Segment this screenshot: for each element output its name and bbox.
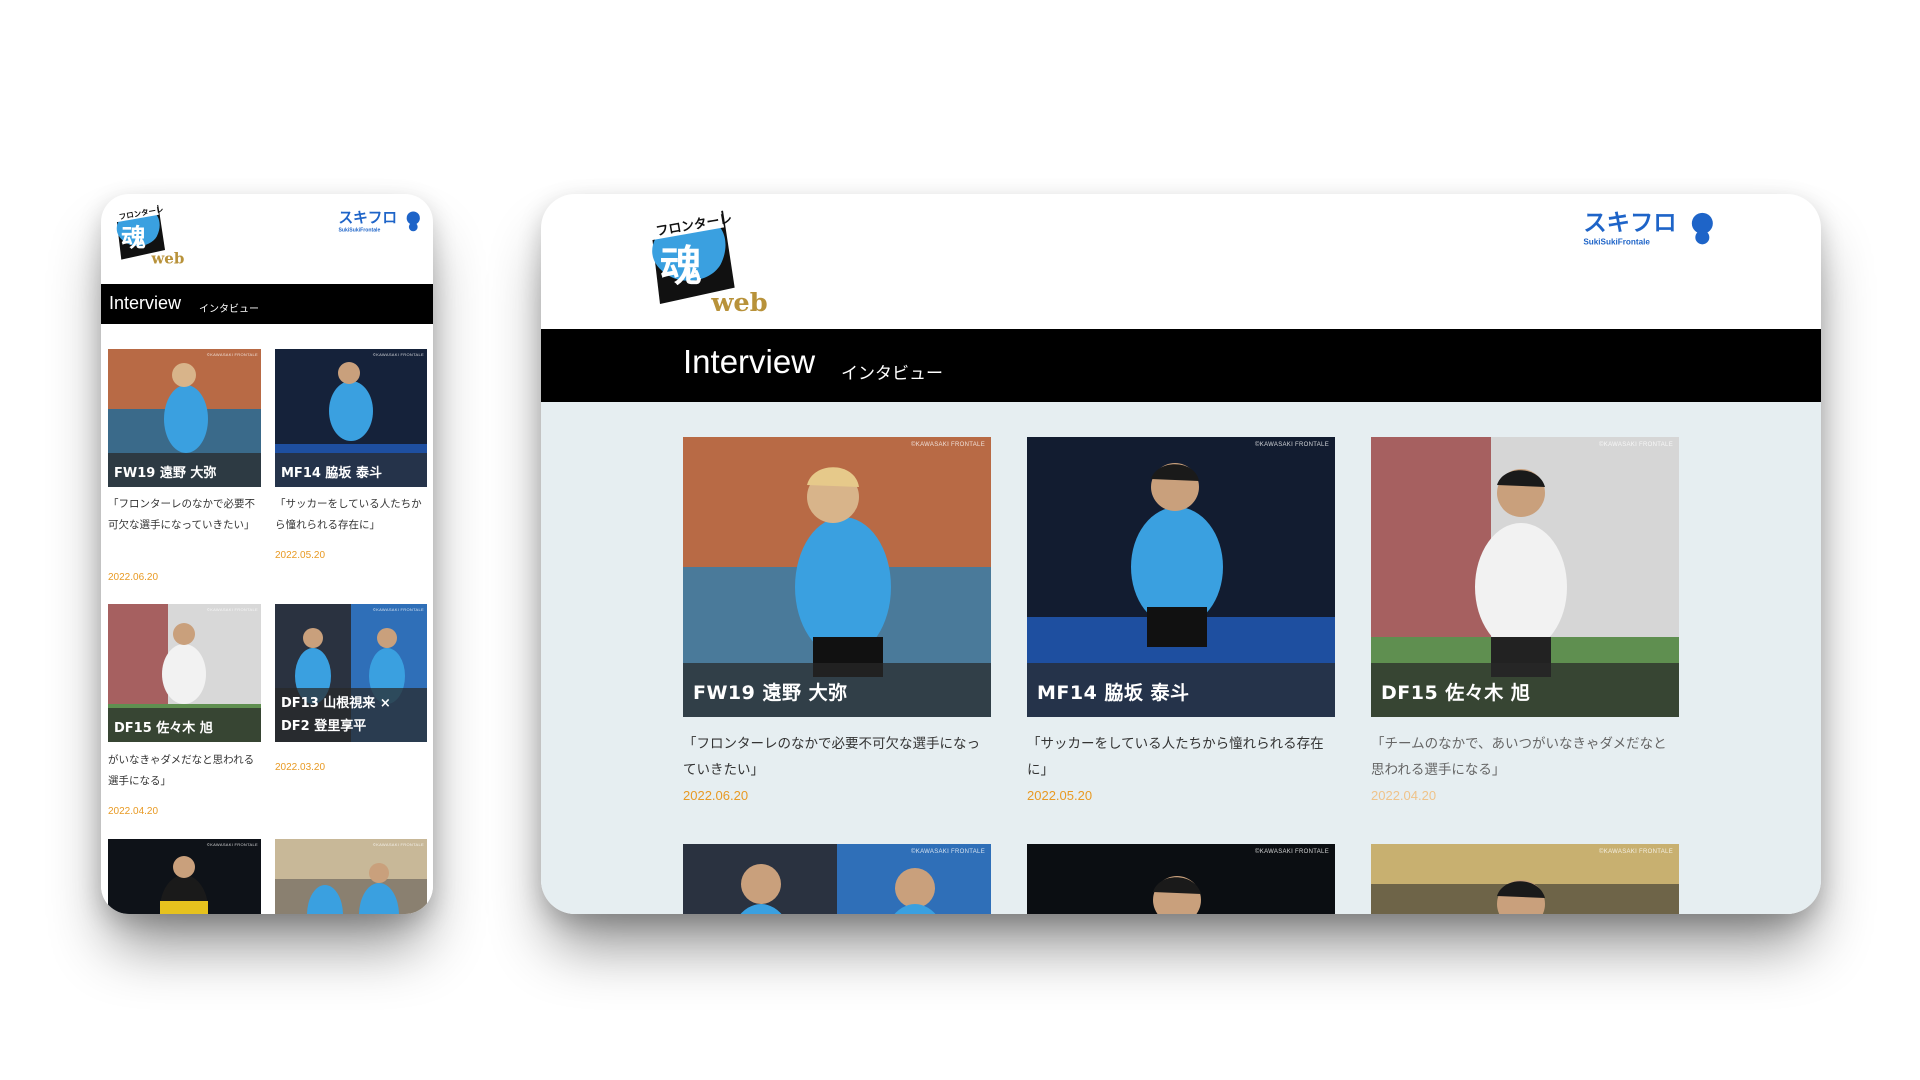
- sukifuro-logo[interactable]: スキフロ SukiSukiFrontale: [337, 206, 425, 236]
- article-card-photo[interactable]: ©KAWASAKI FRONTALE DF15 佐々木 旭: [1371, 437, 1679, 717]
- article-quote: 「フロンターレのなかで必要不可欠な選手になっていきたい」: [108, 498, 255, 531]
- article-card-photo[interactable]: ©KAWASAKI FRONTALE FW19 遠野 大弥: [683, 437, 991, 717]
- article-card-photo[interactable]: ©KAWASAKI FRONTALE MF14 脇坂 泰斗: [275, 349, 427, 487]
- frontale-tamashii-logo[interactable]: フロンターレ 魂 web: [109, 200, 191, 270]
- photo-credit: ©KAWASAKI FRONTALE: [1255, 849, 1329, 855]
- frontale-tamashii-logo[interactable]: フロンターレ 魂 web: [639, 202, 779, 322]
- section-title: Interview: [109, 293, 182, 313]
- article-date: 2022.06.20: [683, 788, 749, 803]
- article-card-photo[interactable]: ©KAWASAKI FRONTALE: [108, 839, 261, 914]
- article-card-photo[interactable]: ©KAWASAKI FRONTALE: [1027, 844, 1335, 914]
- photo-credit: ©KAWASAKI FRONTALE: [1255, 442, 1329, 448]
- logo-web-text: web: [150, 250, 184, 268]
- article-card-photo[interactable]: ©KAWASAKI FRONTALE MF14 脇坂 泰斗: [1027, 437, 1335, 717]
- player-name: DF15 佐々木 旭: [1371, 663, 1679, 717]
- article-date: 2022.06.20: [108, 572, 159, 583]
- article-date: 2022.03.20: [275, 762, 326, 773]
- article-date: 2022.05.20: [275, 550, 326, 561]
- article-quote: 「サッカーをしている人たちから憧れられる存在に」: [1027, 736, 1324, 778]
- player-photo: [108, 839, 261, 914]
- article-date: 2022.04.20: [1371, 788, 1437, 803]
- photo-credit: ©KAWASAKI FRONTALE: [372, 842, 424, 847]
- article-quote: 「サッカーをしている人たちから憧れられる存在に」: [275, 498, 422, 531]
- photo-credit: ©KAWASAKI FRONTALE: [1599, 849, 1673, 855]
- logo-web-text: web: [710, 288, 767, 318]
- article-card-photo[interactable]: ©KAWASAKI FRONTALE DF13 山根視来 × DF2 登里享平: [275, 604, 427, 742]
- article-quote: 「フロンターレのなかで必要不可欠な選手になっていきたい」: [683, 736, 980, 778]
- sukifuro-subtext: SukiSukiFrontale: [1583, 237, 1650, 246]
- article-date: 2022.04.20: [108, 806, 159, 817]
- player-name-line2: DF2 登里享平: [281, 719, 367, 734]
- article-quote: がいなきゃダメだなと思われる選手になる」: [108, 754, 255, 787]
- photo-credit: ©KAWASAKI FRONTALE: [372, 352, 424, 357]
- tablet-mockup: フロンターレ 魂 web スキフロ SukiSukiFrontale Inter…: [541, 194, 1821, 914]
- player-name: DF13 山根視来 × DF2 登里享平: [275, 688, 427, 742]
- player-name: MF14 脇坂 泰斗: [1027, 663, 1335, 717]
- player-photo: [275, 839, 427, 914]
- photo-credit: ©KAWASAKI FRONTALE: [372, 607, 424, 612]
- photo-credit: ©KAWASAKI FRONTALE: [911, 442, 985, 448]
- player-name: MF14 脇坂 泰斗: [275, 453, 427, 487]
- player-name: FW19 遠野 大弥: [108, 453, 261, 487]
- logo-kanji: 魂: [660, 242, 702, 291]
- section-header: Interview インタビュー: [101, 284, 433, 324]
- sukifuro-text: スキフロ: [338, 209, 397, 226]
- article-card-photo[interactable]: ©KAWASAKI FRONTALE DF15 佐々木 旭: [108, 604, 261, 742]
- article-quote: 「チームのなかで、あいつがいなきゃダメだなと思われる選手になる」: [1371, 736, 1667, 778]
- section-subtitle: インタビュー: [199, 304, 259, 315]
- player-name: DF15 佐々木 旭: [108, 708, 261, 742]
- article-date: 2022.05.20: [1027, 788, 1093, 803]
- sukifuro-logo[interactable]: スキフロ SukiSukiFrontale: [1581, 204, 1721, 252]
- player-name-line1: DF13 山根視来 ×: [281, 696, 391, 711]
- article-card-photo[interactable]: ©KAWASAKI FRONTALE: [275, 839, 427, 914]
- article-card-photo[interactable]: ©KAWASAKI FRONTALE: [683, 844, 991, 914]
- photo-credit: ©KAWASAKI FRONTALE: [1599, 442, 1673, 448]
- section-title: Interview: [683, 343, 816, 380]
- article-card-photo[interactable]: ©KAWASAKI FRONTALE: [1371, 844, 1679, 914]
- photo-credit: ©KAWASAKI FRONTALE: [206, 352, 258, 357]
- phone-mockup: フロンターレ 魂 web スキフロ SukiSukiFrontale Inter…: [101, 194, 433, 914]
- sukifuro-text: スキフロ: [1583, 208, 1676, 236]
- section-header: Interview インタビュー: [541, 329, 1821, 402]
- section-subtitle: インタビュー: [841, 364, 943, 384]
- player-name: FW19 遠野 大弥: [683, 663, 991, 717]
- photo-credit: ©KAWASAKI FRONTALE: [206, 842, 258, 847]
- sukifuro-subtext: SukiSukiFrontale: [338, 227, 380, 233]
- photo-credit: ©KAWASAKI FRONTALE: [206, 607, 258, 612]
- photo-credit: ©KAWASAKI FRONTALE: [911, 849, 985, 855]
- article-card-photo[interactable]: ©KAWASAKI FRONTALE FW19 遠野 大弥: [108, 349, 261, 487]
- logo-kanji: 魂: [121, 223, 146, 252]
